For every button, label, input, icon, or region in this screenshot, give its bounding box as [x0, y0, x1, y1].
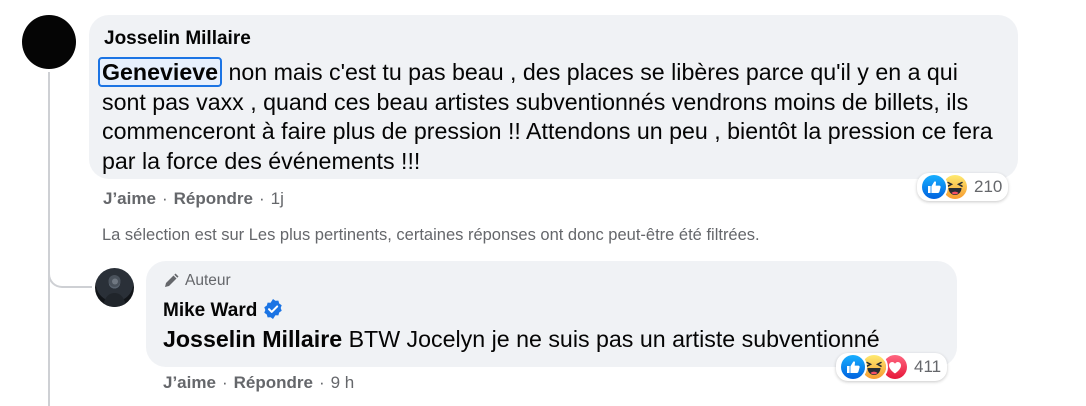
comment-actions: J’aime · Répondre · 1j	[103, 189, 284, 209]
reaction-count: 411	[914, 357, 942, 376]
comment-author-name[interactable]: Josselin Millaire	[104, 28, 251, 50]
separator: ·	[318, 373, 325, 392]
thread-line-elbow	[48, 274, 92, 288]
author-badge-label: Auteur	[185, 272, 231, 289]
like-icon	[920, 173, 948, 201]
separator: ·	[161, 189, 168, 208]
separator: ·	[221, 373, 228, 392]
verified-badge-icon	[264, 299, 283, 319]
timestamp[interactable]: 9 h	[331, 373, 355, 392]
reply-mention[interactable]: Josselin Millaire	[163, 326, 342, 352]
reply-actions: J’aime · Répondre · 9 h	[163, 373, 354, 393]
like-button[interactable]: J’aime	[163, 373, 216, 392]
reply-button[interactable]: Répondre	[174, 189, 253, 208]
reply-body: BTW Jocelyn je ne suis pas un artiste su…	[342, 326, 880, 352]
reply-reactions[interactable]: 411	[836, 353, 948, 381]
reply-button[interactable]: Répondre	[234, 373, 313, 392]
author-badge: Auteur	[163, 272, 231, 290]
comment-body: non mais c'est tu pas beau , des places …	[102, 59, 993, 174]
commenter-avatar[interactable]	[22, 15, 76, 69]
reply-avatar[interactable]	[95, 268, 134, 307]
reply-author-row: Mike Ward	[163, 299, 283, 322]
reply-bubble: Auteur Mike Ward Josselin Millaire BTW J…	[146, 261, 957, 367]
like-icon	[839, 353, 867, 381]
pen-icon	[165, 273, 179, 287]
comment-bubble: Josselin Millaire Genevieve non mais c'e…	[89, 15, 1018, 179]
mention-tag[interactable]: Genevieve	[98, 57, 223, 87]
reply-text: Josselin Millaire BTW Jocelyn je ne suis…	[163, 325, 880, 355]
reply-author-name[interactable]: Mike Ward	[163, 300, 257, 321]
thread-line-vertical	[48, 72, 50, 406]
comment-reactions[interactable]: 210	[917, 173, 1009, 201]
comment-text: Genevieve non mais c'est tu pas beau , d…	[98, 57, 1007, 176]
separator: ·	[258, 189, 265, 208]
filter-notice: La sélection est sur Les plus pertinents…	[102, 226, 760, 244]
reaction-count: 210	[974, 177, 1003, 196]
timestamp[interactable]: 1j	[271, 189, 284, 208]
like-button[interactable]: J’aime	[103, 189, 156, 208]
